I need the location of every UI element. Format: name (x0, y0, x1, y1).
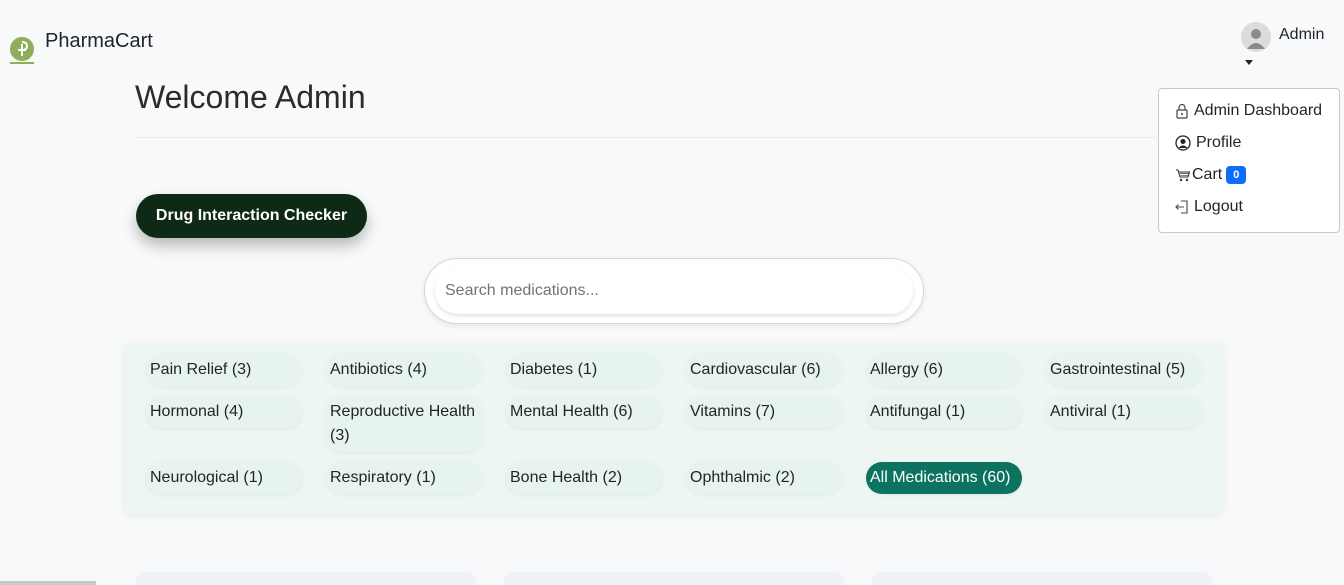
drug-interaction-checker-button[interactable]: Drug Interaction Checker (136, 194, 367, 238)
product-card (136, 572, 476, 585)
category-chip-gastrointestinal[interactable]: Gastrointestinal (5) (1046, 354, 1202, 386)
category-chip-ophthalmic[interactable]: Ophthalmic (2) (686, 462, 842, 494)
brand-name: PharmaCart (45, 30, 153, 52)
category-chip-pain-relief[interactable]: Pain Relief (3) (146, 354, 302, 386)
pharmacy-logo-icon (10, 37, 34, 64)
brand[interactable]: PharmaCart (9, 30, 153, 68)
scrollbar[interactable] (0, 581, 96, 585)
lock-icon (1176, 103, 1188, 119)
category-chip-reproductive-health[interactable]: Reproductive Health (3) (326, 396, 482, 452)
user-avatar-icon (1241, 22, 1271, 52)
menu-item-admin-dashboard[interactable]: Admin Dashboard (1175, 102, 1322, 120)
product-card (872, 572, 1212, 585)
category-chip-bone-health[interactable]: Bone Health (2) (506, 462, 662, 494)
category-chip-diabetes[interactable]: Diabetes (1) (506, 354, 662, 386)
menu-item-profile[interactable]: Profile (1175, 134, 1241, 152)
cart-count-badge: 0 (1226, 166, 1247, 184)
category-chip-mental-health[interactable]: Mental Health (6) (506, 396, 662, 428)
category-chip-cardiovascular[interactable]: Cardiovascular (6) (686, 354, 842, 386)
user-circle-icon (1175, 135, 1191, 151)
category-chip-vitamins[interactable]: Vitamins (7) (686, 396, 842, 428)
user-menu-toggle[interactable]: Admin (1241, 22, 1331, 72)
search-input[interactable] (435, 268, 913, 314)
cart-icon (1176, 169, 1191, 182)
category-chip-respiratory[interactable]: Respiratory (1) (326, 462, 482, 494)
menu-item-logout[interactable]: Logout (1175, 198, 1243, 216)
product-card (504, 572, 844, 585)
divider (135, 137, 1160, 138)
logout-icon (1175, 200, 1188, 214)
menu-item-cart[interactable]: Cart 0 (1175, 166, 1247, 184)
menu-item-label: Profile (1196, 134, 1242, 151)
user-dropdown-menu: Admin Dashboard Profile Cart 0 Logout (1158, 88, 1340, 233)
user-name: Admin (1279, 26, 1325, 43)
category-chip-all-medications[interactable]: All Medications (60) (866, 462, 1022, 494)
category-chip-antiviral[interactable]: Antiviral (1) (1046, 396, 1202, 428)
category-chip-antibiotics[interactable]: Antibiotics (4) (326, 354, 482, 386)
page-title: Welcome Admin (135, 79, 366, 115)
category-chip-antifungal[interactable]: Antifungal (1) (866, 396, 1022, 428)
category-chip-hormonal[interactable]: Hormonal (4) (146, 396, 302, 428)
menu-item-label: Cart (1192, 166, 1223, 183)
menu-item-label: Admin Dashboard (1194, 102, 1323, 119)
menu-item-label: Logout (1194, 198, 1243, 215)
chevron-down-icon (1245, 60, 1253, 65)
category-filter-panel: Pain Relief (3) Antibiotics (4) Diabetes… (124, 343, 1224, 514)
search-container (424, 258, 924, 324)
category-chip-allergy[interactable]: Allergy (6) (866, 354, 1022, 386)
category-chip-neurological[interactable]: Neurological (1) (146, 462, 302, 494)
